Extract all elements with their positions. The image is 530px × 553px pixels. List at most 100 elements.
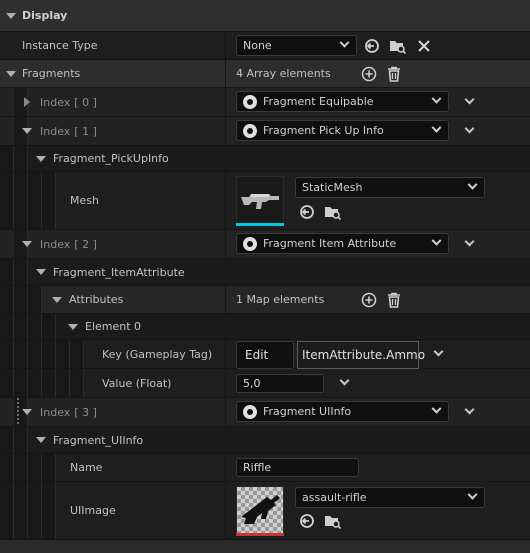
collapse-arrow-icon[interactable] bbox=[52, 296, 62, 303]
texture-asset-dropdown[interactable]: assault-rifle bbox=[295, 487, 485, 508]
mesh-asset-dropdown[interactable]: StaticMesh bbox=[295, 177, 485, 198]
indent-gutter bbox=[28, 482, 42, 539]
indent-gutter bbox=[0, 172, 14, 229]
section-display[interactable]: Display bbox=[0, 0, 530, 32]
gameplay-tag-value[interactable]: ItemAttribute.Ammo bbox=[297, 341, 425, 369]
indent-gutter bbox=[28, 314, 42, 339]
pickupinfo-struct-row[interactable]: Fragment_PickUpInfo bbox=[0, 146, 530, 172]
indent-gutter bbox=[14, 340, 28, 368]
element-options-chevron-icon[interactable] bbox=[464, 123, 475, 134]
fragment-class-value: Fragment Equipable bbox=[263, 95, 374, 108]
index-label: Index bbox=[40, 124, 71, 138]
element-0-row[interactable]: Element 0 bbox=[0, 314, 530, 340]
fragments-row[interactable]: Fragments 4 Array elements bbox=[0, 60, 530, 88]
attributes-row[interactable]: Attributes 1 Map elements bbox=[0, 286, 530, 314]
chevron-down-icon bbox=[339, 37, 350, 48]
mesh-row: Mesh StaticMesh bbox=[0, 172, 530, 230]
fragment-class-dropdown[interactable]: Fragment Item Attribute bbox=[236, 233, 449, 254]
element-options-chevron-icon[interactable] bbox=[464, 236, 475, 247]
instance-type-dropdown[interactable]: None bbox=[236, 35, 357, 56]
collapse-arrow-icon[interactable] bbox=[22, 241, 32, 247]
indent-gutter bbox=[0, 427, 14, 453]
value-row: Value (Float) 5,0 bbox=[0, 369, 530, 398]
index-0-value-cell: Fragment Equipable bbox=[225, 88, 530, 116]
element-options-chevron-icon[interactable] bbox=[339, 375, 350, 386]
expand-arrow-icon[interactable] bbox=[24, 97, 30, 107]
value-value-cell: 5,0 bbox=[225, 369, 530, 397]
uiimage-row: UIImage assault-rifle bbox=[0, 482, 530, 540]
fragment-class-value: Fragment UIInfo bbox=[263, 405, 352, 418]
texture-thumbnail[interactable] bbox=[236, 486, 284, 534]
add-element-icon[interactable] bbox=[361, 292, 377, 308]
chevron-down-icon bbox=[431, 122, 442, 133]
element-options-chevron-icon[interactable] bbox=[464, 404, 475, 415]
index-1-row[interactable]: Index [ 1 ] Fragment Pick Up Info bbox=[0, 117, 530, 146]
edit-tag-button[interactable]: Edit bbox=[236, 341, 294, 369]
element-options-chevron-icon[interactable] bbox=[433, 346, 444, 357]
index-label: Index bbox=[40, 95, 71, 109]
fragment-class-value: Fragment Item Attribute bbox=[263, 237, 397, 250]
fragment-class-dropdown[interactable]: Fragment UIInfo bbox=[236, 401, 449, 422]
texture-type-accent-bar bbox=[236, 533, 284, 536]
section-title: Display bbox=[22, 9, 68, 22]
mesh-thumbnail[interactable] bbox=[236, 176, 284, 224]
itemattribute-struct-row[interactable]: Fragment_ItemAttribute bbox=[0, 259, 530, 286]
use-selected-icon[interactable] bbox=[299, 513, 315, 529]
index-0-row[interactable]: Index [ 0 ] Fragment Equipable bbox=[0, 88, 530, 117]
trash-icon[interactable] bbox=[387, 66, 401, 82]
edit-tag-button-label: Edit bbox=[245, 348, 269, 362]
fragment-class-value: Fragment Pick Up Info bbox=[263, 124, 384, 137]
indent-gutter bbox=[14, 172, 28, 229]
indent-gutter bbox=[14, 314, 28, 339]
index-1-value-cell: Fragment Pick Up Info bbox=[225, 117, 530, 145]
texture-asset-value: assault-rifle bbox=[302, 491, 367, 504]
clear-close-icon[interactable] bbox=[417, 39, 431, 53]
fragments-label: Fragments bbox=[22, 67, 81, 80]
mesh-label: Mesh bbox=[70, 194, 99, 207]
element-options-chevron-icon[interactable] bbox=[464, 94, 475, 105]
index-number: [ 3 ] bbox=[74, 405, 97, 419]
collapse-arrow-icon[interactable] bbox=[22, 128, 32, 134]
key-value-cell: Edit ItemAttribute.Ammo bbox=[225, 340, 530, 369]
collapse-arrow-icon[interactable] bbox=[36, 269, 46, 275]
collapse-arrow-icon[interactable] bbox=[36, 437, 46, 443]
mesh-asset-value: StaticMesh bbox=[302, 181, 363, 194]
browse-folder-icon[interactable] bbox=[389, 38, 406, 54]
indent-gutter bbox=[28, 340, 42, 368]
collapse-arrow-icon[interactable] bbox=[6, 70, 16, 77]
float-value-input[interactable]: 5,0 bbox=[236, 374, 324, 393]
fragment-class-dropdown[interactable]: Fragment Pick Up Info bbox=[236, 120, 449, 141]
use-selected-icon[interactable] bbox=[364, 38, 380, 54]
trash-icon[interactable] bbox=[387, 292, 401, 308]
unreal-class-icon bbox=[243, 123, 257, 138]
collapse-arrow-icon[interactable] bbox=[22, 409, 32, 415]
add-element-icon[interactable] bbox=[361, 66, 377, 82]
collapse-arrow-icon[interactable] bbox=[6, 12, 16, 19]
instance-type-value-cell: None bbox=[225, 32, 530, 59]
value-label: Value (Float) bbox=[102, 376, 172, 390]
drag-handle[interactable] bbox=[17, 398, 19, 426]
browse-folder-icon[interactable] bbox=[324, 513, 341, 529]
browse-folder-icon[interactable] bbox=[324, 204, 341, 220]
attributes-count: 1 Map elements bbox=[236, 293, 325, 306]
gameplay-tag-text: ItemAttribute.Ammo bbox=[302, 348, 426, 362]
uiinfo-struct-row[interactable]: Fragment_UIInfo bbox=[0, 427, 530, 454]
fragment-class-dropdown[interactable]: Fragment Equipable bbox=[236, 91, 449, 112]
indent-gutter bbox=[42, 454, 56, 481]
indent-gutter bbox=[0, 286, 14, 313]
index-2-row[interactable]: Index [ 2 ] Fragment Item Attribute bbox=[0, 230, 530, 259]
use-selected-icon[interactable] bbox=[299, 204, 315, 220]
indent-gutter bbox=[14, 369, 28, 397]
indent-gutter bbox=[0, 146, 14, 171]
collapse-arrow-icon[interactable] bbox=[68, 323, 78, 330]
index-3-row[interactable]: Index [ 3 ] Fragment UIInfo bbox=[0, 398, 530, 427]
chevron-down-icon bbox=[467, 179, 478, 190]
indent-gutter bbox=[14, 259, 28, 285]
instance-type-row: Instance Type None bbox=[0, 32, 530, 60]
indent-gutter bbox=[56, 369, 70, 397]
indent-gutter bbox=[0, 340, 14, 368]
indent-gutter bbox=[42, 482, 56, 539]
name-text-input[interactable]: Riffle bbox=[236, 458, 359, 477]
collapse-arrow-icon[interactable] bbox=[36, 155, 46, 162]
indent-gutter bbox=[14, 286, 28, 313]
